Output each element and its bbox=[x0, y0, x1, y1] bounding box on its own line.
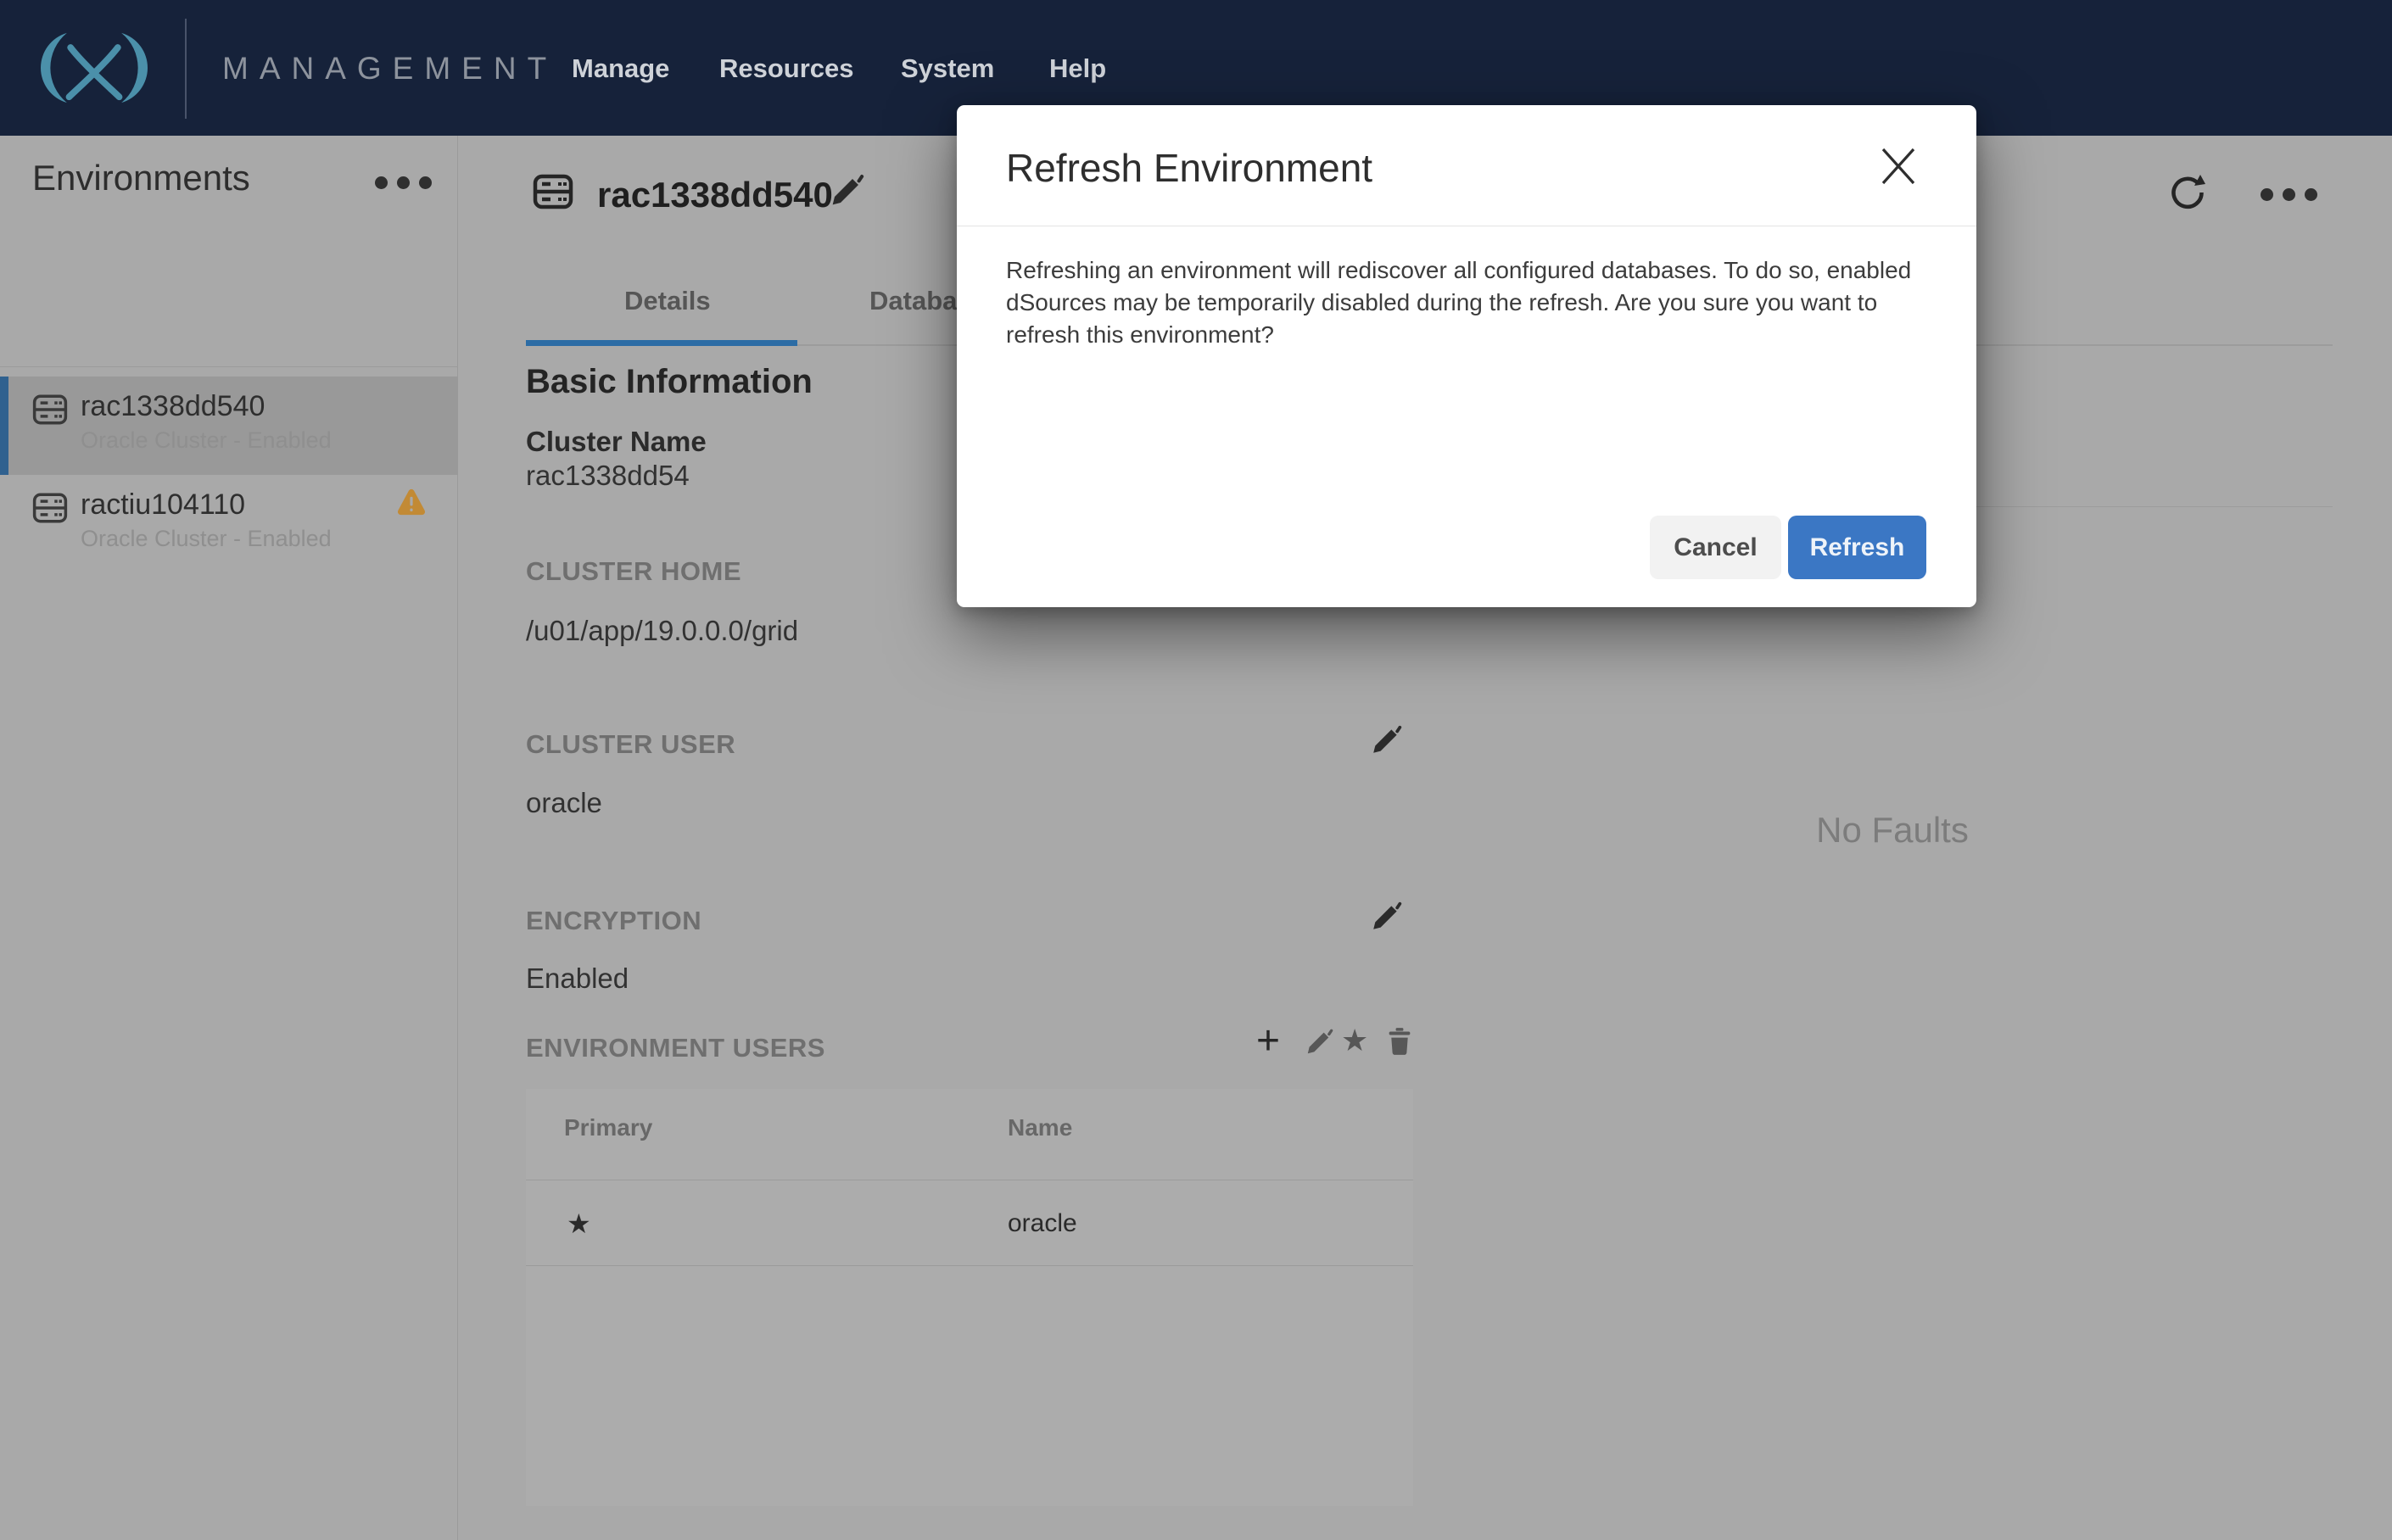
table-divider bbox=[526, 1265, 1413, 1266]
delete-user-trash-icon[interactable] bbox=[1387, 1026, 1412, 1057]
environment-users-label: ENVIRONMENT USERS bbox=[526, 1033, 825, 1063]
sidebar-menu-button[interactable] bbox=[375, 176, 432, 189]
cluster-home-value: /u01/app/19.0.0.0/grid bbox=[526, 615, 799, 646]
refresh-environment-dialog: Refresh Environment Refreshing an enviro… bbox=[957, 105, 1976, 607]
dialog-message: Refreshing an environment will rediscove… bbox=[1006, 257, 1912, 348]
environment-name: ractiu104110 bbox=[81, 488, 246, 521]
nav-item-system[interactable]: System bbox=[901, 53, 994, 84]
nav-divider bbox=[185, 19, 187, 119]
section-heading: Basic Information bbox=[526, 363, 813, 400]
nav-item-manage[interactable]: Manage bbox=[572, 53, 669, 84]
close-icon[interactable] bbox=[1878, 146, 1919, 187]
encryption-value: Enabled bbox=[526, 962, 629, 994]
column-header-primary[interactable]: Primary bbox=[564, 1114, 652, 1141]
refresh-icon[interactable] bbox=[2168, 173, 2207, 212]
cluster-home-label: CLUSTER HOME bbox=[526, 556, 741, 586]
delphix-logo-icon[interactable] bbox=[31, 27, 158, 109]
refresh-confirm-button[interactable]: Refresh bbox=[1788, 516, 1926, 579]
no-faults-placeholder: No Faults bbox=[1816, 810, 1969, 850]
edit-encryption-icon[interactable] bbox=[1370, 901, 1402, 933]
cluster-name-label: Cluster Name bbox=[526, 426, 707, 457]
server-icon bbox=[32, 493, 68, 523]
sidebar-title: Environments bbox=[32, 158, 250, 198]
cancel-button[interactable]: Cancel bbox=[1650, 516, 1781, 579]
sidebar-item-ractiu104110[interactable]: ractiu104110 Oracle Cluster - Enabled bbox=[0, 475, 458, 573]
dialog-title: Refresh Environment bbox=[1006, 146, 1373, 190]
table-row[interactable]: ★ oracle bbox=[526, 1180, 1413, 1265]
environment-status: Oracle Cluster - Enabled bbox=[81, 427, 332, 453]
warning-icon bbox=[397, 488, 426, 516]
encryption-label: ENCRYPTION bbox=[526, 906, 702, 935]
nav-item-resources[interactable]: Resources bbox=[719, 53, 854, 84]
environment-users-table: Primary Name ★ oracle bbox=[526, 1089, 1413, 1506]
cluster-user-label: CLUSTER USER bbox=[526, 729, 736, 759]
active-tab-indicator bbox=[526, 340, 797, 346]
environment-title: rac1338dd540 bbox=[597, 175, 833, 215]
environment-icon bbox=[533, 174, 573, 209]
cluster-user-value: oracle bbox=[526, 787, 602, 818]
environment-name: rac1338dd540 bbox=[81, 390, 265, 422]
environments-sidebar: Environments rac1338dd540 Or bbox=[0, 136, 458, 1540]
environment-actions-menu-button[interactable] bbox=[2261, 188, 2317, 201]
sidebar-item-rac1338dd540[interactable]: rac1338dd540 Oracle Cluster - Enabled bbox=[0, 377, 458, 475]
user-name-cell: oracle bbox=[1008, 1209, 1077, 1237]
edit-cluster-user-icon[interactable] bbox=[1370, 724, 1402, 756]
edit-user-icon[interactable] bbox=[1305, 1028, 1333, 1057]
edit-environment-icon[interactable] bbox=[829, 173, 864, 209]
cluster-name-value: rac1338dd54 bbox=[526, 460, 690, 491]
server-icon bbox=[32, 394, 68, 425]
tab-details[interactable]: Details bbox=[624, 286, 711, 316]
sidebar-divider bbox=[0, 366, 458, 367]
add-user-icon[interactable]: + bbox=[1256, 1018, 1280, 1064]
column-header-name[interactable]: Name bbox=[1008, 1114, 1072, 1141]
environment-status: Oracle Cluster - Enabled bbox=[81, 526, 332, 551]
primary-star-cell: ★ bbox=[567, 1208, 591, 1239]
nav-item-help[interactable]: Help bbox=[1049, 53, 1106, 84]
set-primary-user-star-icon[interactable]: ★ bbox=[1341, 1023, 1368, 1058]
application-window: MANAGEMENT Manage Resources System Help … bbox=[0, 0, 2392, 1540]
brand-title: MANAGEMENT bbox=[222, 51, 558, 86]
